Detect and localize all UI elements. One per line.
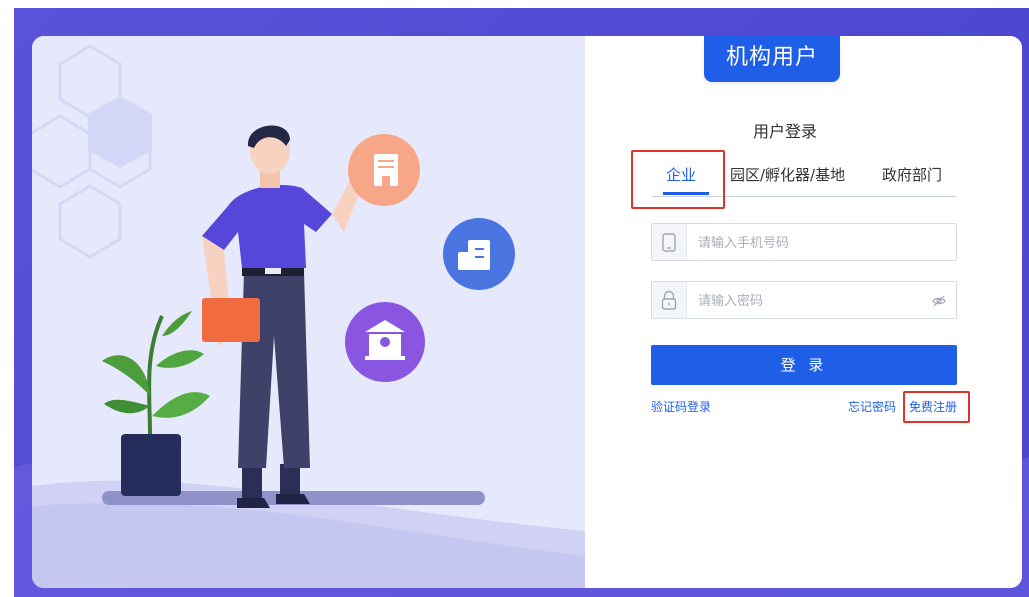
man-figure	[202, 125, 362, 508]
phone-icon	[652, 224, 687, 260]
illustration	[32, 44, 585, 588]
code-login-link[interactable]: 验证码登录	[651, 398, 711, 415]
login-title: 用户登录	[752, 122, 817, 141]
login-button[interactable]: 登 录	[651, 345, 957, 385]
lock-icon	[652, 282, 687, 318]
tab-park-incubator-base[interactable]: 园区/孵化器/基地	[730, 164, 845, 185]
office-icon	[443, 218, 515, 290]
highlight-box-register	[903, 391, 970, 423]
account-type-badge: 机构用户	[704, 36, 840, 82]
hexagon-filled	[88, 96, 152, 168]
password-field[interactable]	[651, 281, 957, 319]
bank-icon	[345, 302, 425, 382]
password-input[interactable]	[696, 290, 920, 312]
forgot-password-link[interactable]: 忘记密码	[848, 398, 896, 415]
building-icon	[348, 134, 420, 206]
eye-off-icon[interactable]	[932, 293, 946, 312]
plant-icon	[102, 311, 210, 496]
highlight-box-enterprise-tab	[631, 150, 725, 209]
phone-field[interactable]	[651, 223, 957, 261]
illustration-panel	[32, 36, 585, 588]
tab-government[interactable]: 政府部门	[882, 164, 942, 185]
phone-input[interactable]	[696, 232, 920, 254]
